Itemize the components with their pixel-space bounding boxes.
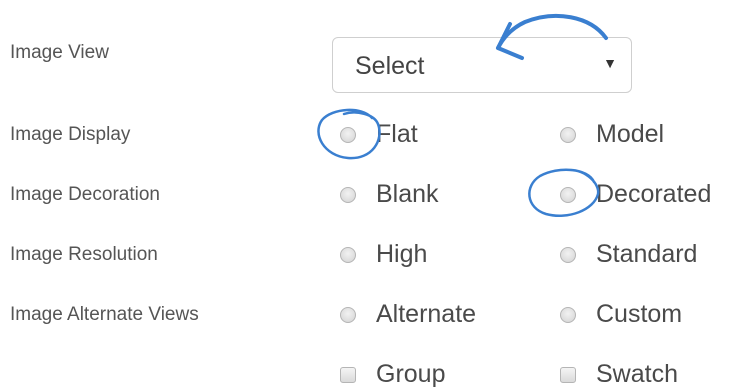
display-option-flat-label: Flat <box>376 120 418 148</box>
resolution-option-standard-label: Standard <box>596 240 698 268</box>
image-view-select-value: Select <box>355 52 425 80</box>
display-option-flat[interactable]: Flat <box>340 120 418 149</box>
image-alternate-views-label: Image Alternate Views <box>10 304 199 325</box>
radio-blank[interactable] <box>340 186 356 203</box>
decoration-option-decorated-label: Decorated <box>596 180 712 208</box>
radio-high[interactable] <box>340 246 356 263</box>
alternate-option-custom-label: Custom <box>596 300 683 328</box>
radio-standard[interactable] <box>560 246 576 263</box>
radio-alternate[interactable] <box>340 306 356 323</box>
alternate-option-alternate-label: Alternate <box>376 300 477 328</box>
resolution-option-high[interactable]: High <box>340 240 427 269</box>
image-view-select[interactable]: Select ▼ <box>332 37 632 93</box>
image-display-label: Image Display <box>10 124 131 145</box>
checkbox-group[interactable] <box>340 366 356 383</box>
image-decoration-label: Image Decoration <box>10 184 160 205</box>
decoration-option-decorated[interactable]: Decorated <box>560 180 711 209</box>
decoration-option-blank[interactable]: Blank <box>340 180 439 209</box>
radio-decorated[interactable] <box>560 186 576 203</box>
decoration-option-blank-label: Blank <box>376 180 439 208</box>
radio-model[interactable] <box>560 126 576 143</box>
checkbox-option-group[interactable]: Group <box>340 360 445 389</box>
checkbox-option-group-label: Group <box>376 360 446 388</box>
radio-flat[interactable] <box>340 126 356 143</box>
image-view-label: Image View <box>10 42 109 63</box>
checkbox-swatch[interactable] <box>560 366 576 383</box>
resolution-option-high-label: High <box>376 240 428 268</box>
image-resolution-label: Image Resolution <box>10 244 158 265</box>
display-option-model[interactable]: Model <box>560 120 664 149</box>
alternate-option-custom[interactable]: Custom <box>560 300 682 329</box>
checkbox-option-swatch[interactable]: Swatch <box>560 360 678 389</box>
display-option-model-label: Model <box>596 120 665 148</box>
alternate-option-alternate[interactable]: Alternate <box>340 300 476 329</box>
resolution-option-standard[interactable]: Standard <box>560 240 697 269</box>
radio-custom[interactable] <box>560 306 576 323</box>
checkbox-option-swatch-label: Swatch <box>596 360 678 388</box>
chevron-down-icon: ▼ <box>603 55 617 71</box>
